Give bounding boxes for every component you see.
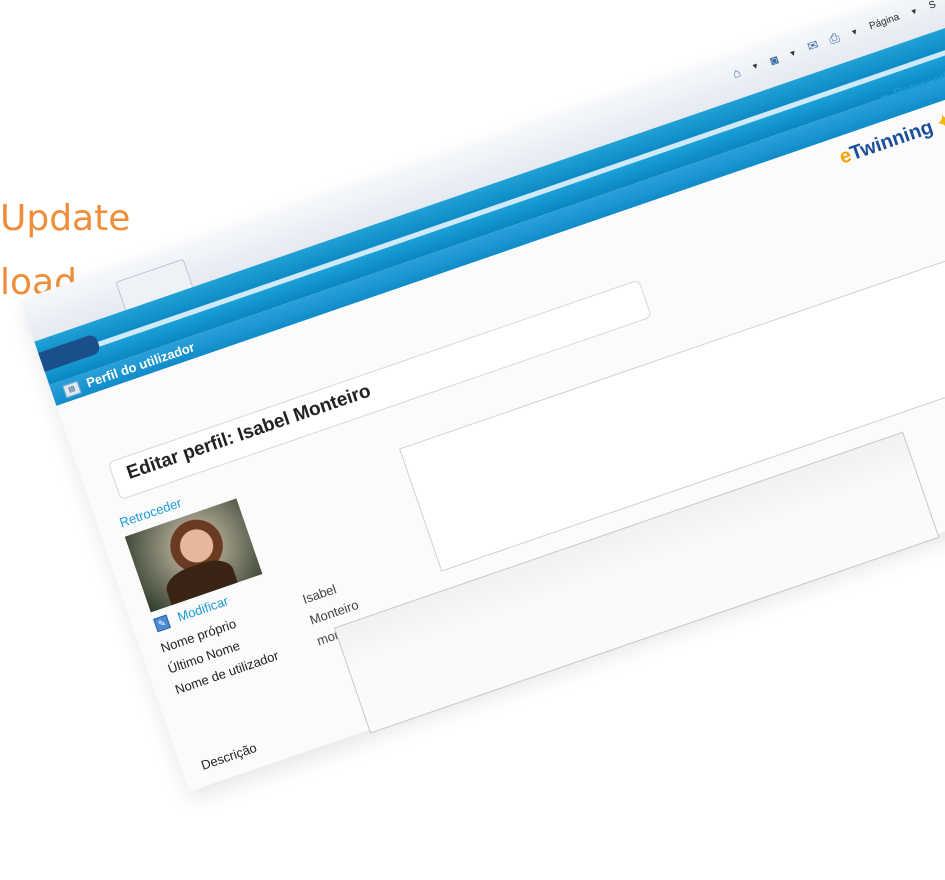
first-name-value: Isabel	[300, 581, 339, 607]
edit-pencil-icon: ✎	[152, 614, 171, 632]
feeds-icon[interactable]: ◙	[768, 51, 780, 68]
page-dropdown-icon[interactable]: ▼	[909, 6, 919, 17]
page-menu[interactable]: Página	[868, 11, 901, 32]
description-label: Descrição	[199, 739, 259, 773]
print-dropdown-icon[interactable]: ▼	[849, 26, 859, 37]
background-text-update: Update	[0, 198, 131, 239]
browser-screenshot: ⌂ ▼ ◙ ▼ ✉ ⎙ ▼ Página ▼ S ▤ Perfil do utiliza…	[20, 0, 945, 792]
home-icon[interactable]: ⌂	[730, 64, 742, 81]
print-icon[interactable]: ⎙	[827, 29, 842, 48]
home-dropdown-icon[interactable]: ▼	[750, 60, 760, 71]
profile-card-icon: ▤	[62, 380, 82, 399]
feeds-dropdown-icon[interactable]: ▼	[788, 47, 798, 58]
safety-menu[interactable]: S	[927, 0, 937, 11]
browser-window: ⌂ ▼ ◙ ▼ ✉ ⎙ ▼ Página ▼ S ▤ Perfil do utiliza…	[20, 0, 945, 792]
mail-icon[interactable]: ✉	[805, 37, 821, 56]
